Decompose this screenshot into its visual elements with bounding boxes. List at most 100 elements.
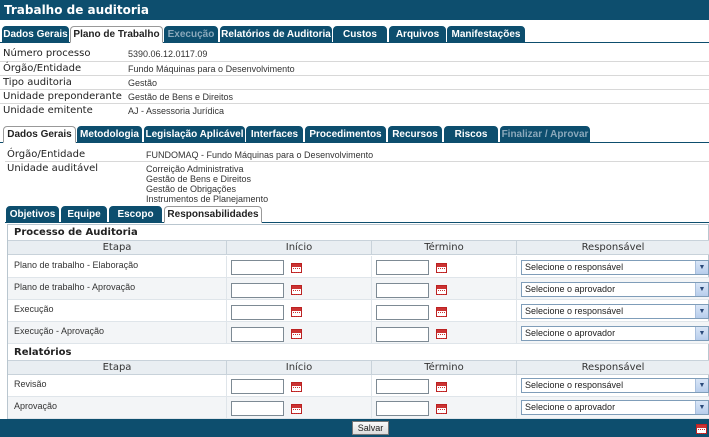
page-title: Trabalho de auditoria	[4, 3, 150, 17]
section-title-audit: Processo de Auditoria	[14, 227, 138, 238]
etapa-label: Plano de trabalho - Aprovação	[14, 282, 136, 292]
value-orgao-entidade: Fundo Máquinas para o Desenvolvimento	[128, 64, 295, 74]
unit-item: Gestão de Obrigações	[146, 184, 237, 194]
calendar-icon[interactable]	[291, 263, 302, 273]
inicio-date-input[interactable]	[231, 327, 284, 342]
label-unidade-preponderante: Unidade preponderante	[3, 91, 122, 102]
inicio-date-input[interactable]	[231, 305, 284, 320]
column-divider	[371, 375, 372, 419]
aprovador-select[interactable]: Selecione o aprovador ▼	[521, 282, 709, 297]
tab-dados-gerais[interactable]: Dados Gerais	[2, 26, 69, 43]
unit-item: Gestão de Bens e Direitos	[146, 174, 252, 184]
calendar-icon[interactable]	[436, 404, 447, 414]
tab-relatorios-auditoria[interactable]: Relatórios de Auditoria	[220, 26, 332, 43]
chevron-down-icon: ▼	[695, 261, 708, 274]
etapa-label: Aprovação	[14, 401, 58, 411]
termino-date-input[interactable]	[376, 327, 429, 342]
value-tipo-auditoria: Gestão	[128, 78, 158, 88]
label-numero-processo: Número processo	[3, 48, 91, 59]
subtab-procedimentos[interactable]: Procedimentos	[305, 126, 386, 143]
section-title-reports: Relatórios	[14, 347, 72, 358]
subtab-legislacao[interactable]: Legislação Aplicável	[144, 126, 245, 143]
calendar-icon[interactable]	[291, 307, 302, 317]
divider	[0, 61, 709, 62]
divider	[0, 103, 709, 104]
innertab-escopo[interactable]: Escopo	[109, 206, 162, 223]
termino-date-input[interactable]	[376, 260, 429, 275]
column-divider	[226, 375, 227, 419]
col-termino: Término	[371, 361, 516, 375]
col-termino: Término	[371, 241, 516, 255]
table-header: Etapa Início Término Responsável	[8, 240, 709, 255]
col-inicio: Início	[226, 241, 371, 255]
value-unidade-preponderante: Gestão de Bens e Direitos	[128, 92, 234, 102]
column-divider	[516, 256, 517, 344]
calendar-icon[interactable]	[436, 285, 447, 295]
label-unidade-emitente: Unidade emitente	[3, 105, 93, 116]
label-org: Órgão/Entidade	[7, 149, 86, 160]
col-etapa: Etapa	[102, 242, 132, 253]
divider	[0, 89, 709, 90]
chevron-down-icon: ▼	[695, 379, 708, 392]
value-unidade-emitente: AJ - Assessoria Jurídica	[128, 106, 225, 116]
table-row: Revisão Selecione o responsável ▼	[8, 375, 709, 397]
col-inicio: Início	[226, 361, 371, 375]
termino-date-input[interactable]	[376, 379, 429, 394]
aprovador-select[interactable]: Selecione o aprovador ▼	[521, 326, 709, 341]
calendar-icon[interactable]	[291, 285, 302, 295]
subtab-metodologia[interactable]: Metodologia	[77, 126, 142, 143]
chevron-down-icon: ▼	[695, 305, 708, 318]
tab-arquivos[interactable]: Arquivos	[389, 26, 446, 43]
table-row: Execução - Aprovação Selecione o aprovad…	[8, 322, 709, 344]
table-row: Aprovação Selecione o aprovador ▼	[8, 397, 709, 419]
divider	[0, 75, 709, 76]
calendar-icon[interactable]	[436, 263, 447, 273]
inicio-date-input[interactable]	[231, 283, 284, 298]
calendar-icon[interactable]	[696, 424, 707, 434]
col-responsavel: Responsável	[516, 361, 709, 375]
calendar-icon[interactable]	[436, 382, 447, 392]
termino-date-input[interactable]	[376, 283, 429, 298]
save-button[interactable]: Salvar	[352, 421, 389, 435]
inicio-date-input[interactable]	[231, 260, 284, 275]
calendar-icon[interactable]	[291, 404, 302, 414]
subtab-finalizar-aprovar[interactable]: Finalizar / Aprovar	[500, 126, 590, 143]
termino-date-input[interactable]	[376, 305, 429, 320]
subtab-interfaces[interactable]: Interfaces	[246, 126, 303, 143]
etapa-label: Plano de trabalho - Elaboração	[14, 260, 139, 270]
innertab-objetivos[interactable]: Objetivos	[6, 206, 59, 223]
subtab-dados-gerais[interactable]: Dados Gerais	[3, 126, 76, 143]
subtab-riscos[interactable]: Riscos	[444, 126, 498, 143]
responsavel-select[interactable]: Selecione o responsável ▼	[521, 378, 709, 393]
column-divider	[371, 256, 372, 344]
col-etapa: Etapa	[102, 362, 132, 373]
inicio-date-input[interactable]	[231, 401, 284, 416]
calendar-icon[interactable]	[436, 307, 447, 317]
column-divider	[516, 375, 517, 419]
divider	[5, 161, 709, 162]
responsavel-select[interactable]: Selecione o responsável ▼	[521, 260, 709, 275]
etapa-label: Execução	[14, 304, 54, 314]
etapa-label: Execução - Aprovação	[14, 326, 105, 336]
subtab-recursos[interactable]: Recursos	[388, 126, 442, 143]
col-responsavel: Responsável	[516, 241, 709, 255]
responsavel-select[interactable]: Selecione o responsável ▼	[521, 304, 709, 319]
calendar-icon[interactable]	[291, 329, 302, 339]
tab-custos[interactable]: Custos	[333, 26, 387, 43]
innertab-equipe[interactable]: Equipe	[61, 206, 107, 223]
calendar-icon[interactable]	[291, 382, 302, 392]
table-header: Etapa Início Término Responsável	[8, 360, 709, 375]
tab-plano-de-trabalho[interactable]: Plano de Trabalho	[70, 26, 163, 43]
termino-date-input[interactable]	[376, 401, 429, 416]
label-tipo-auditoria: Tipo auditoria	[3, 77, 72, 88]
chevron-down-icon: ▼	[695, 327, 708, 340]
aprovador-select[interactable]: Selecione o aprovador ▼	[521, 400, 709, 415]
tab-execucao[interactable]: Execução	[164, 26, 218, 43]
unit-item: Correição Administrativa	[146, 164, 244, 174]
inicio-date-input[interactable]	[231, 379, 284, 394]
calendar-icon[interactable]	[436, 329, 447, 339]
label-orgao-entidade: Órgão/Entidade	[3, 63, 82, 74]
tab-manifestacoes[interactable]: Manifestações	[447, 26, 525, 43]
innertab-responsabilidades[interactable]: Responsabilidades	[164, 206, 262, 223]
table-row: Plano de trabalho - Aprovação Selecione …	[8, 278, 709, 300]
